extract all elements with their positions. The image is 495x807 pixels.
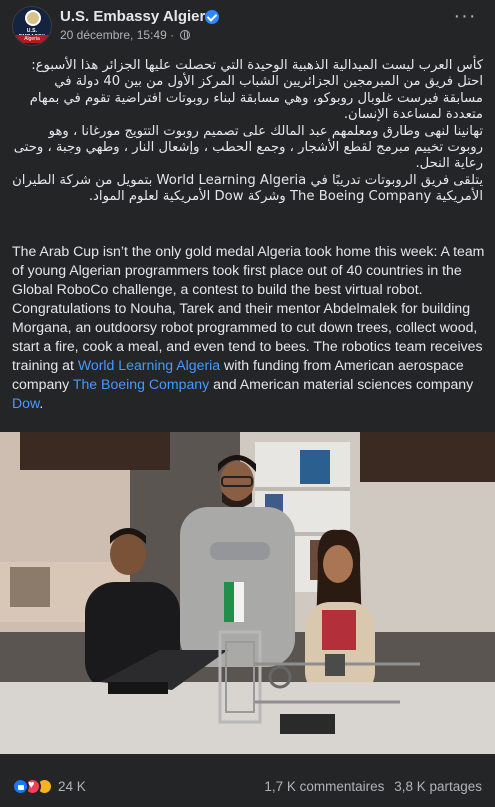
reaction-count[interactable]: 24 K — [58, 779, 86, 794]
english-text-part: and American material sciences company — [209, 376, 474, 392]
post-meta: 20 décembre, 15:49 · — [60, 28, 191, 42]
post-footer: 24 K 1,7 K commentaires 3,8 K partages — [0, 760, 495, 807]
team-photo-illustration — [0, 432, 495, 754]
post-stats: 1,7 K commentaires 3,8 K partages — [258, 779, 482, 794]
globe-icon — [180, 30, 191, 40]
english-text-part: The Arab Cup isn’t the only gold medal A… — [12, 243, 485, 373]
arabic-post-text: كأس العرب ليست الميدالية الذهبية الوحيدة… — [12, 58, 483, 206]
shares-count[interactable]: 3,8 K partages — [394, 779, 482, 794]
comments-count[interactable]: 1,7 K commentaires — [264, 779, 384, 794]
post-timestamp[interactable]: 20 décembre, 15:49 — [60, 28, 167, 42]
post-photo[interactable] — [0, 432, 495, 754]
arabic-paragraph: يتلقى فريق الروبوتات تدريبًا في World Le… — [12, 172, 483, 205]
post-header: U.S. EMBASSY Algeria U.S. Embassy Algier… — [0, 0, 495, 56]
english-post-text: The Arab Cup isn’t the only gold medal A… — [12, 242, 487, 413]
embassy-seal-icon — [25, 10, 41, 26]
page-avatar[interactable]: U.S. EMBASSY Algeria — [12, 6, 52, 46]
more-options-icon[interactable]: ··· — [453, 6, 477, 30]
dow-link[interactable]: Dow — [12, 395, 39, 411]
arabic-paragraph: تهانينا لنهى وطارق ومعلمهم عبد المالك عل… — [13, 123, 483, 172]
like-reaction-icon[interactable] — [12, 778, 29, 795]
world-learning-link[interactable]: World Learning Algeria — [78, 357, 220, 373]
arabic-paragraph: كأس العرب ليست الميدالية الذهبية الوحيدة… — [29, 58, 483, 123]
boeing-link[interactable]: The Boeing Company — [73, 376, 209, 392]
verified-badge-icon — [205, 10, 219, 24]
english-text-part: . — [39, 395, 44, 411]
meta-separator: · — [170, 28, 175, 42]
avatar-line2: Algeria — [13, 35, 51, 43]
page-name-link[interactable]: U.S. Embassy Algiers — [60, 8, 214, 25]
